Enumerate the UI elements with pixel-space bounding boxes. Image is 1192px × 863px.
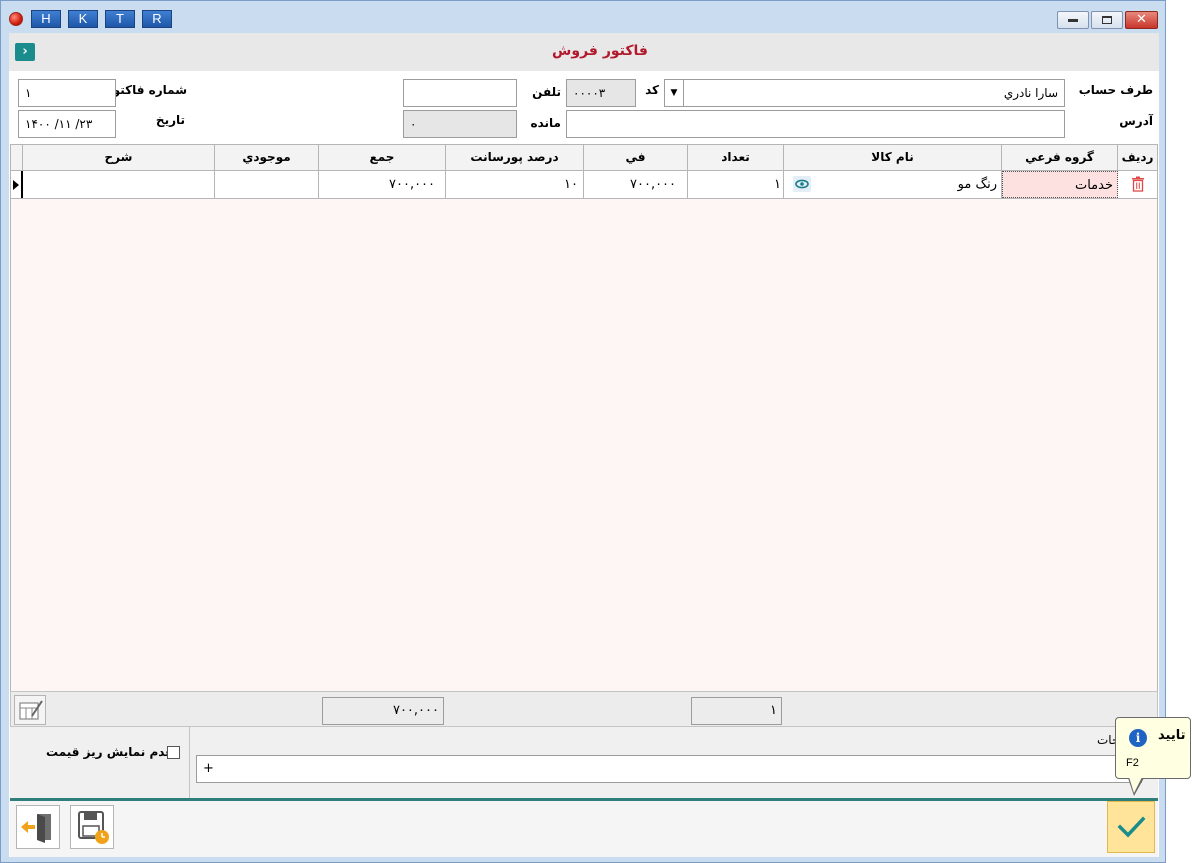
- hide-price-details-label: عدم نمايش ريز قيمت: [46, 745, 174, 759]
- save-clock-icon: [78, 811, 109, 844]
- cell-unit-price[interactable]: ۷۰۰,۰۰۰: [584, 171, 688, 198]
- invoice-number-label: شماره فاكتور: [105, 83, 187, 97]
- grid-summary-bar: ۷۰۰,۰۰۰ ۱: [10, 691, 1158, 727]
- app-icon: [9, 12, 23, 26]
- invoice-items-grid: شرح موجودي جمع درصد پورسانت في تعداد نام…: [10, 144, 1158, 692]
- phone-field[interactable]: [403, 79, 517, 107]
- form-client-area: › فاكتور فروش طرف حساب سارا نادري ▼ كد ۰…: [9, 33, 1159, 857]
- row-indicator: [11, 171, 23, 198]
- restore-button[interactable]: [1091, 11, 1123, 29]
- column-row-number[interactable]: رديف: [1118, 145, 1157, 170]
- exit-button[interactable]: [16, 805, 60, 849]
- save-draft-button[interactable]: [70, 805, 114, 849]
- form-header: › فاكتور فروش: [9, 33, 1159, 71]
- table-row[interactable]: ۷۰۰,۰۰۰ ۱۰ ۷۰۰,۰۰۰ ۱ رنگ مو خدمات: [11, 171, 1157, 199]
- h-button[interactable]: H: [31, 10, 61, 28]
- exit-door-icon: [21, 814, 51, 843]
- code-field[interactable]: ۰۰۰۰۳: [566, 79, 636, 107]
- account-dropdown-button[interactable]: ▼: [664, 79, 684, 107]
- form-title: فاكتور فروش: [552, 43, 648, 59]
- current-row-arrow-icon: [13, 180, 19, 190]
- invoice-number-field[interactable]: ۱: [18, 79, 116, 107]
- confirm-button[interactable]: [1107, 801, 1155, 853]
- column-unit-price[interactable]: في: [584, 145, 688, 170]
- cell-description[interactable]: [23, 171, 215, 198]
- t-button[interactable]: T: [105, 10, 135, 28]
- grid-header-indicator: [11, 145, 23, 170]
- close-button[interactable]: ✕: [1125, 11, 1158, 29]
- column-total[interactable]: جمع: [319, 145, 446, 170]
- column-quantity[interactable]: تعداد: [688, 145, 784, 170]
- grid-header: شرح موجودي جمع درصد پورسانت في تعداد نام…: [11, 145, 1157, 171]
- grid-settings-button[interactable]: [14, 695, 46, 725]
- bottom-toolbar: [10, 801, 1158, 857]
- description-area: عدم نمايش ريز قيمت حات +: [10, 727, 1158, 799]
- date-label: تاريخ: [155, 113, 185, 127]
- cell-total: ۷۰۰,۰۰۰: [319, 171, 446, 198]
- date-field[interactable]: ۱۴۰۰ /۱۱ /۲۳: [18, 110, 116, 138]
- title-bar: H K T R ✕: [1, 1, 1165, 33]
- column-product-name[interactable]: نام كالا: [784, 145, 1002, 170]
- view-product-button[interactable]: [793, 176, 811, 192]
- cell-product-name[interactable]: رنگ مو: [811, 171, 1002, 198]
- window: H K T R ✕ › فاكتور فروش طرف حساب سارا نا…: [0, 0, 1166, 863]
- total-sum-field: ۷۰۰,۰۰۰: [322, 697, 444, 725]
- tooltip-shortcut: F2: [1126, 757, 1139, 769]
- account-label: طرف حساب: [1078, 83, 1153, 97]
- cell-commission-percent[interactable]: ۱۰: [446, 171, 584, 198]
- confirm-tooltip: i تاييد F2: [1115, 717, 1191, 779]
- column-description[interactable]: شرح: [23, 145, 215, 170]
- eye-icon: [795, 179, 809, 189]
- minimize-icon: [1068, 18, 1078, 22]
- phone-label: تلفن: [532, 85, 561, 99]
- trash-icon: [1132, 176, 1144, 192]
- address-label: آدرس: [1119, 114, 1153, 128]
- minimize-button[interactable]: [1057, 11, 1089, 29]
- delete-row-button[interactable]: [1131, 176, 1145, 192]
- column-stock[interactable]: موجودي: [215, 145, 319, 170]
- balance-field: ۰: [403, 110, 517, 138]
- k-button[interactable]: K: [68, 10, 98, 28]
- checkmark-icon: [1117, 816, 1146, 838]
- address-field[interactable]: [566, 110, 1065, 138]
- column-commission-percent[interactable]: درصد پورسانت: [446, 145, 584, 170]
- r-button[interactable]: R: [142, 10, 172, 28]
- account-field[interactable]: سارا نادري: [683, 79, 1065, 107]
- hide-price-details-checkbox[interactable]: [167, 746, 180, 759]
- quantity-sum-field: ۱: [691, 697, 782, 725]
- tooltip-title: تاييد: [1158, 728, 1186, 743]
- code-label: كد: [645, 83, 659, 97]
- divider: [189, 727, 190, 799]
- info-icon: i: [1129, 729, 1147, 747]
- column-subgroup[interactable]: گروه فرعي: [1002, 145, 1118, 170]
- balance-label: مانده: [530, 116, 561, 130]
- cell-quantity[interactable]: ۱: [688, 171, 784, 198]
- tooltip-tail-inner: [1129, 777, 1142, 793]
- cell-stock: [215, 171, 319, 198]
- grid-settings-icon: [19, 700, 43, 720]
- chevron-down-icon: ▼: [670, 88, 678, 98]
- description-input[interactable]: +: [196, 755, 1142, 783]
- cell-subgroup[interactable]: خدمات: [1002, 171, 1118, 198]
- restore-icon: [1102, 16, 1112, 24]
